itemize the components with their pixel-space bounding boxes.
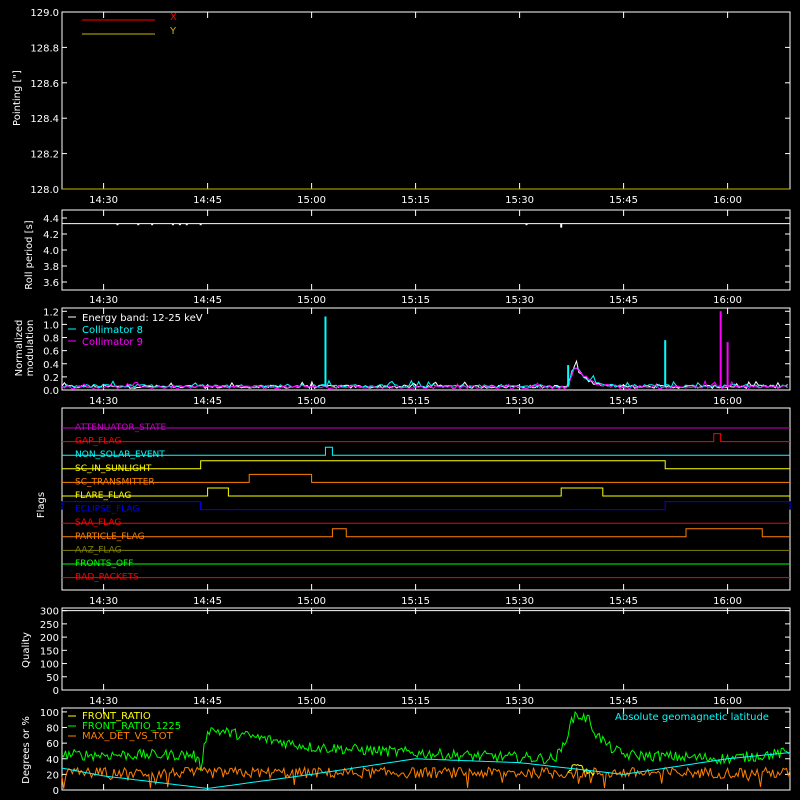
flags-xtick-label: 14:30	[89, 596, 118, 607]
modulation-legend-col8: Collimator 8	[82, 325, 143, 336]
pointing-ytick-label: 128.8	[30, 43, 59, 54]
modulation-legend-col9: Collimator 9	[82, 337, 143, 348]
roll-ytick-label: 4.2	[43, 230, 59, 241]
roll-xtick-label: 14:30	[89, 295, 118, 306]
roll-xtick-label: 14:45	[193, 295, 222, 306]
pointing-legend-y: Y	[169, 26, 177, 37]
ratios-ytick-label: 40	[46, 755, 59, 766]
modulation-xtick-label: 15:00	[297, 396, 326, 407]
modulation-xtick-label: 14:45	[193, 396, 222, 407]
quality-ytick-label: 100	[40, 660, 59, 671]
flags-xtick-label: 15:15	[401, 596, 430, 607]
quality-xtick-label: 15:00	[297, 696, 326, 707]
pointing-xtick-label: 14:45	[193, 195, 222, 206]
ratios-legend-max-det: MAX_DET_VS_TOT	[82, 731, 174, 742]
roll-xtick-label: 15:45	[609, 295, 638, 306]
ratios-ytick-label: 100	[40, 708, 59, 719]
ratios-ytick-label: 60	[46, 739, 59, 750]
modulation-xtick-label: 16:00	[713, 396, 742, 407]
modulation-ylabel-line2: modulation	[25, 320, 36, 377]
pointing-ytick-label: 128.2	[30, 150, 59, 161]
roll-ytick-label: 4.4	[43, 214, 59, 225]
modulation-ytick-label: 0.6	[43, 347, 59, 358]
pointing-legend-x: X	[170, 12, 177, 23]
quality-ytick-label: 150	[40, 646, 59, 657]
pointing-ytick-label: 129.0	[30, 8, 59, 19]
flags-xtick-label: 14:45	[193, 596, 222, 607]
modulation-ytick-label: 0.8	[43, 334, 59, 345]
roll-ytick-label: 3.8	[43, 262, 59, 273]
roll-ytick-label: 3.6	[43, 278, 59, 289]
quality-ylabel: Quality	[21, 632, 32, 668]
roll-panel: Roll period [s]	[24, 220, 35, 289]
modulation-xtick-label: 14:30	[89, 396, 118, 407]
pointing-ylabel: Pointing ["]	[12, 70, 23, 126]
flags-ylabel: Flags	[36, 492, 47, 518]
modulation-xtick-label: 15:30	[505, 396, 534, 407]
flags-panel: Flags	[36, 492, 47, 518]
roll-xtick-label: 15:30	[505, 295, 534, 306]
modulation-xtick-label: 15:15	[401, 396, 430, 407]
pointing-xtick-label: 14:30	[89, 195, 118, 206]
roll-ytick-label: 4.0	[43, 246, 59, 257]
pointing-ytick-label: 128.6	[30, 79, 59, 90]
ratios-ytick-label: 80	[46, 724, 59, 735]
figure: 129.0 128.8 128.6 128.4 128.2 128.0 14:30 14:45…	[0, 0, 800, 800]
figure-background	[0, 0, 800, 800]
modulation-ytick-label: 1.0	[43, 320, 59, 331]
modulation-ytick-label: 1.2	[43, 307, 59, 318]
flags-xtick-label: 15:30	[505, 596, 534, 607]
roll-xtick-label: 15:15	[401, 295, 430, 306]
quality-xtick-label: 14:30	[89, 696, 118, 707]
quality-xtick-label: 15:15	[401, 696, 430, 707]
pointing-xtick-label: 16:00	[713, 195, 742, 206]
flag-label-eclipse_flag: ECLIPSE_FLAG	[75, 505, 139, 515]
modulation-xtick-label: 15:45	[609, 396, 638, 407]
quality-ytick-label: 300	[40, 607, 59, 618]
pointing-ytick-label: 128.0	[30, 185, 59, 196]
flags-xtick-label: 15:45	[609, 596, 638, 607]
modulation-ytick-label: 0.2	[43, 373, 59, 384]
quality-xtick-label: 15:45	[609, 696, 638, 707]
roll-xtick-label: 16:00	[713, 295, 742, 306]
roll-ylabel: Roll period [s]	[24, 220, 35, 289]
roll-xtick-label: 15:00	[297, 295, 326, 306]
quality-xtick-label: 15:30	[505, 696, 534, 707]
modulation-legend-energy: Energy band: 12-25 keV	[82, 313, 203, 324]
ratios-annotation-geomag: Absolute geomagnetic latitude	[615, 712, 769, 723]
pointing-xtick-label: 15:45	[609, 195, 638, 206]
flags-xtick-label: 15:00	[297, 596, 326, 607]
quality-xtick-label: 16:00	[713, 696, 742, 707]
pointing-xtick-label: 15:30	[505, 195, 534, 206]
quality-ytick-label: 50	[46, 673, 59, 684]
quality-xtick-label: 14:45	[193, 696, 222, 707]
pointing-xtick-label: 15:00	[297, 195, 326, 206]
pointing-xtick-label: 15:15	[401, 195, 430, 206]
flags-xtick-label: 16:00	[713, 596, 742, 607]
ratios-ytick-label: 0	[53, 786, 59, 797]
quality-panel: Quality	[21, 632, 32, 668]
ratios-ytick-label: 20	[46, 770, 59, 781]
quality-ytick-label: 250	[40, 620, 59, 631]
quality-ytick-label: 200	[40, 633, 59, 644]
modulation-ytick-label: 0.0	[43, 386, 59, 397]
modulation-ylabel-line1: Normalized	[14, 320, 25, 377]
pointing-ytick-label: 128.4	[30, 114, 59, 125]
modulation-ytick-label: 0.4	[43, 360, 59, 371]
quality-ytick-label: 0	[53, 686, 59, 697]
ratios-ylabel: Degrees or %	[21, 716, 32, 784]
